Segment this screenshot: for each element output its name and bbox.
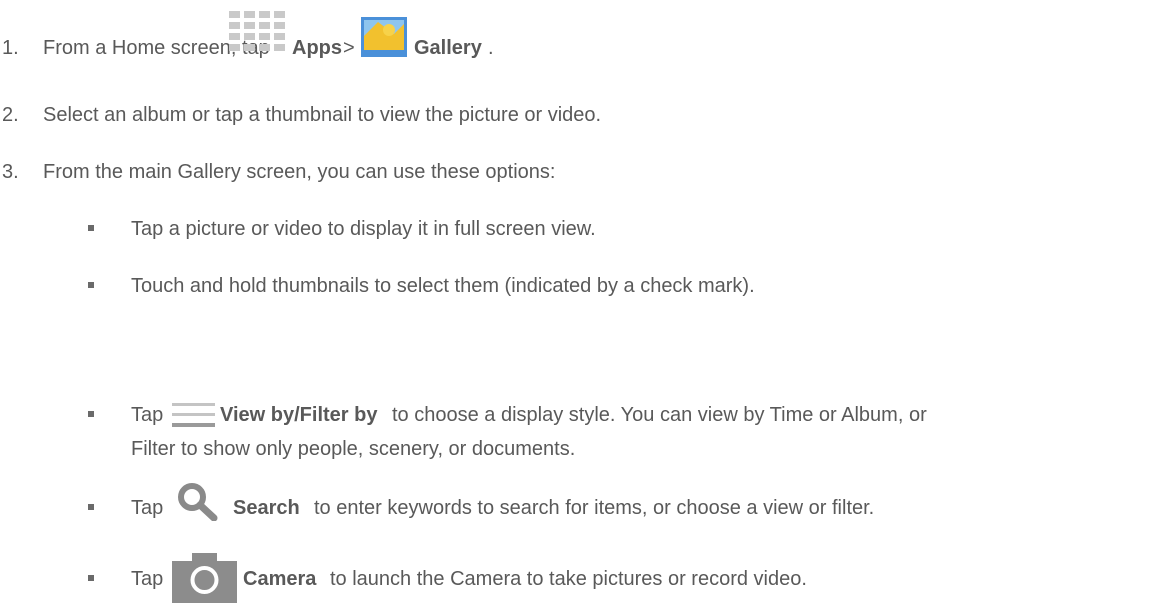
bullet-marker — [88, 575, 94, 581]
apps-grid-icon[interactable] — [227, 11, 287, 56]
bullet-marker — [88, 504, 94, 510]
search-icon[interactable] — [174, 481, 226, 521]
bullet-marker — [88, 282, 94, 288]
option-view-by-tap: Tap — [131, 404, 164, 426]
step-1-separator: > — [343, 37, 355, 59]
step-number: 3. — [2, 161, 19, 183]
camera-label: Camera — [243, 568, 317, 590]
option-camera-rest: to launch the Camera to take pictures or… — [330, 568, 807, 590]
step-1-suffix: . — [488, 37, 494, 59]
bullet-marker — [88, 411, 94, 417]
gallery-label: Gallery — [414, 37, 482, 59]
step-3-text: From the main Gallery screen, you can us… — [43, 161, 556, 183]
option-full-screen-text: Tap a picture or video to display it in … — [131, 218, 596, 240]
option-select-text: Touch and hold thumbnails to select them… — [131, 275, 755, 297]
option-search-tap: Tap — [131, 497, 164, 519]
option-view-by-line2: Filter to show only people, scenery, or … — [131, 438, 576, 460]
apps-label: Apps — [292, 37, 342, 59]
step-number: 2. — [2, 104, 19, 126]
step-2-text: Select an album or tap a thumbnail to vi… — [43, 104, 602, 126]
step-number: 1. — [2, 37, 19, 59]
search-label: Search — [233, 497, 300, 519]
option-view-by-rest: to choose a display style. You can view … — [392, 404, 927, 426]
camera-icon[interactable] — [172, 553, 237, 603]
view-by-label: View by/Filter by — [220, 404, 378, 426]
gallery-icon[interactable] — [358, 14, 410, 60]
option-camera-tap: Tap — [131, 568, 164, 590]
bullet-marker — [88, 225, 94, 231]
option-search-rest: to enter keywords to search for items, o… — [314, 497, 875, 519]
menu-lines-icon[interactable] — [172, 403, 215, 428]
